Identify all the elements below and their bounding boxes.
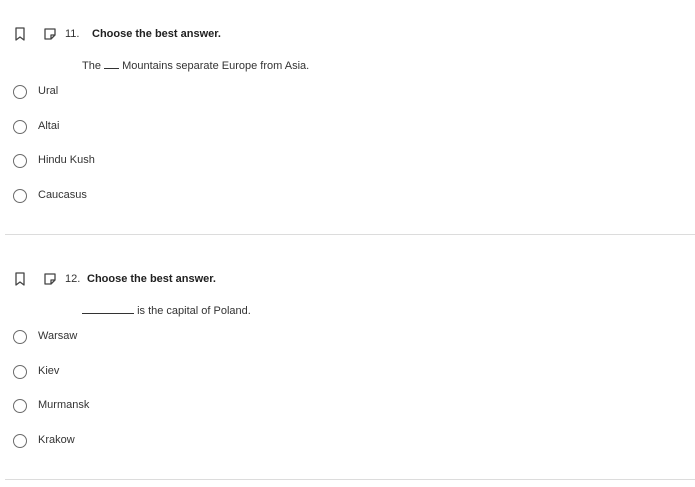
bookmark-icon[interactable] <box>11 270 29 288</box>
question-title: Choose the best answer. <box>87 273 216 285</box>
prompt-text-before: The <box>82 60 101 72</box>
radio-button[interactable] <box>13 154 27 168</box>
answer-blank <box>104 58 120 69</box>
option-warsaw[interactable]: Warsaw <box>12 329 312 347</box>
option-label: Ural <box>38 85 59 97</box>
option-kiev[interactable]: Kiev <box>12 364 312 382</box>
option-label: Murmansk <box>38 399 90 411</box>
prompt-text-after: Mountains separate Europe from Asia. <box>122 60 310 72</box>
option-altai[interactable]: Altai <box>12 119 312 137</box>
option-murmansk[interactable]: Murmansk <box>12 398 312 416</box>
answer-blank <box>82 303 134 314</box>
note-icon[interactable] <box>41 270 59 288</box>
question-number: 11. <box>65 28 80 40</box>
radio-button[interactable] <box>13 85 27 99</box>
radio-button[interactable] <box>13 399 27 413</box>
question-title: Choose the best answer. <box>92 28 221 40</box>
note-icon[interactable] <box>41 25 59 43</box>
radio-button[interactable] <box>13 120 27 134</box>
bookmark-icon[interactable] <box>11 25 29 43</box>
option-label: Warsaw <box>38 330 78 342</box>
option-label: Caucasus <box>38 189 87 201</box>
option-hindu-kush[interactable]: Hindu Kush <box>12 153 312 171</box>
divider <box>5 234 695 235</box>
question-prompt: is the capital of Poland. <box>82 303 251 317</box>
question-11: 11. Choose the best answer. The Mountain… <box>0 25 695 235</box>
option-label: Hindu Kush <box>38 154 95 166</box>
radio-button[interactable] <box>13 189 27 203</box>
divider <box>5 479 695 480</box>
prompt-text-after: is the capital of Poland. <box>137 305 251 317</box>
question-number: 12. <box>65 273 81 285</box>
question-prompt: The Mountains separate Europe from Asia. <box>82 58 309 72</box>
option-ural[interactable]: Ural <box>12 84 312 102</box>
radio-button[interactable] <box>13 330 27 344</box>
option-label: Krakow <box>38 434 75 446</box>
option-caucasus[interactable]: Caucasus <box>12 188 312 206</box>
radio-button[interactable] <box>13 434 27 448</box>
radio-button[interactable] <box>13 365 27 379</box>
question-12: 12. Choose the best answer. is the capit… <box>0 270 695 475</box>
question-header: 12. Choose the best answer. <box>0 270 695 290</box>
option-label: Altai <box>38 120 60 132</box>
question-header: 11. Choose the best answer. <box>0 25 695 45</box>
option-label: Kiev <box>38 365 60 377</box>
option-krakow[interactable]: Krakow <box>12 433 312 451</box>
